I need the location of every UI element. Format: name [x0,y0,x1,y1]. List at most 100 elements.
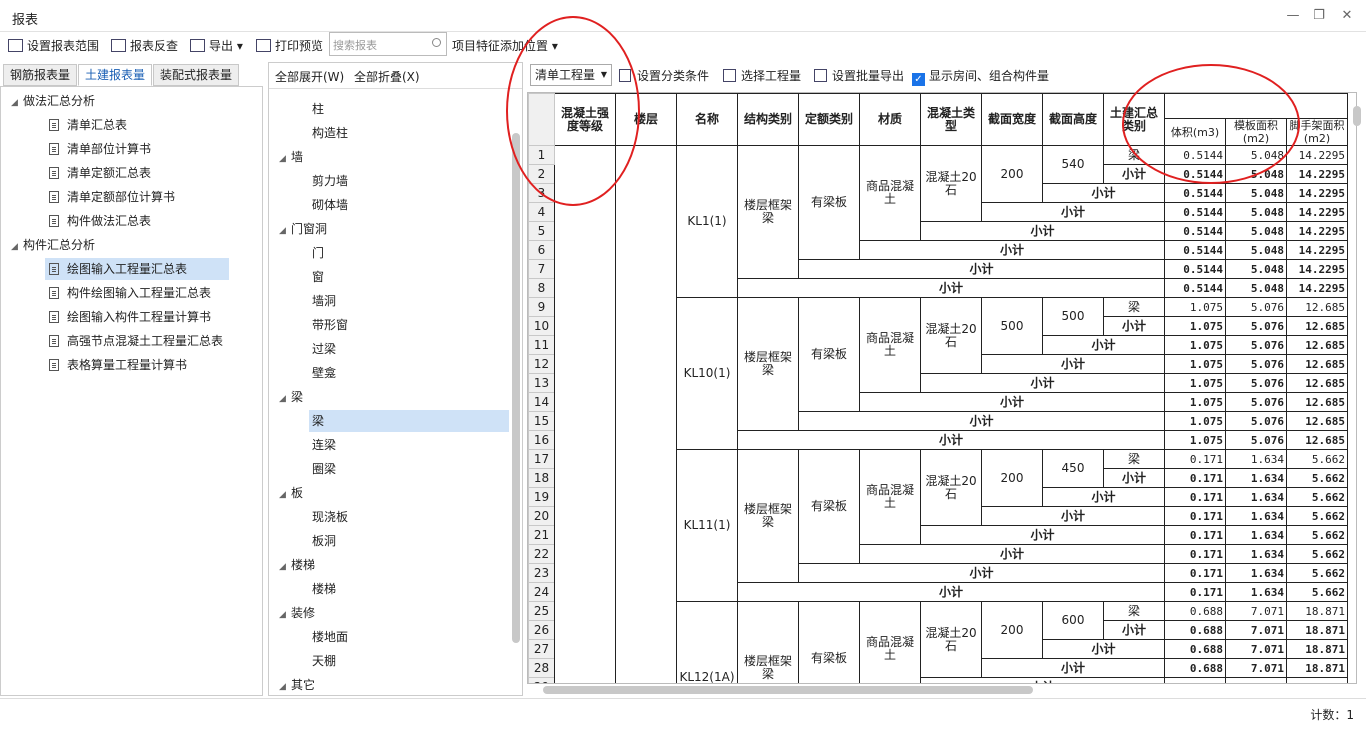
tree-item-label: 表格算量工程量计算书 [67,358,188,372]
caret-down-icon[interactable]: ◢ [279,148,291,170]
row-number: 19 [528,487,555,507]
volume-cell: 0.5144 [1164,221,1226,241]
component-item[interactable]: 壁龛 [309,362,509,384]
component-item[interactable]: 窗 [309,266,509,288]
component-group[interactable]: ◢ 板 [279,482,303,504]
tree-group[interactable]: ◢ 构件汇总分析 [11,234,95,256]
export-button[interactable]: 导出 ▾ [190,36,243,56]
component-label: 梁 [312,414,325,428]
select-quantity-button[interactable]: 选择工程量 [723,66,801,86]
caret-down-icon[interactable]: ◢ [279,484,291,506]
reverse-lookup-button[interactable]: 报表反查 [111,36,178,56]
document-icon [49,119,59,131]
scaffold-cell: 18.871 [1285,639,1349,659]
close-icon[interactable]: ✕ [1338,7,1356,25]
material-cell: 商品混凝土 [859,601,921,683]
document-icon [49,215,59,227]
component-item[interactable]: 砌体墙 [309,194,509,216]
component-group[interactable]: ◢ 梁 [279,386,303,408]
component-item[interactable]: 现浇板 [309,506,509,528]
subtotal-cell: 小计 [737,582,1165,602]
tab-prefab-report[interactable]: 装配式报表量 [153,64,240,86]
component-label: 剪力墙 [312,174,349,188]
component-item[interactable]: 构造柱 [309,122,509,144]
document-icon [49,287,59,299]
tree-item[interactable]: 高强节点混凝土工程量汇总表 [45,330,229,352]
tab-rebar-report[interactable]: 钢筋报表量 [3,64,78,86]
struct-cell: 楼层框架梁 [737,449,799,583]
grid-vertical-scrollbar[interactable] [1353,106,1361,126]
tree-item[interactable]: 清单汇总表 [45,114,229,136]
tree-item[interactable]: 绘图输入构件工程量计算书 [45,306,229,328]
formwork-cell: 1.634 [1225,563,1287,583]
tab-civil-report[interactable]: 土建报表量 [78,64,153,86]
volume-cell: 0.171 [1164,468,1226,488]
component-item[interactable]: 楼梯 [309,578,509,600]
scaffold-cell: 12.685 [1285,392,1349,412]
subtotal-cell: 小计 [1042,639,1165,659]
tree-item[interactable]: 清单定额部位计算书 [45,186,229,208]
restore-icon[interactable]: ❐ [1310,7,1328,25]
component-label: 墙 [291,150,304,164]
print-preview-button[interactable]: 打印预览 [256,36,323,56]
component-group[interactable]: ◢ 墙 [279,146,303,168]
component-item[interactable]: 板洞 [309,530,509,552]
caret-down-icon[interactable]: ◢ [279,676,291,698]
caret-down-icon[interactable]: ◢ [279,556,291,578]
row-number: 25 [528,601,555,621]
name-cell: KL10(1) [676,297,738,450]
collapse-all-button[interactable]: 全部折叠(X) [354,68,420,85]
tree-item[interactable]: 绘图输入工程量汇总表 [45,258,229,280]
scaffold-cell: 14.2295 [1285,183,1349,203]
component-item[interactable]: 过梁 [309,338,509,360]
set-range-button[interactable]: 设置报表范围 [8,36,99,56]
component-item[interactable]: 梁 [309,410,509,432]
row-number: 28 [528,658,555,678]
caret-down-icon[interactable]: ◢ [11,92,23,114]
component-item[interactable]: 墙洞 [309,290,509,312]
tree-item[interactable]: 清单部位计算书 [45,138,229,160]
formwork-cell: 1.634 [1225,468,1287,488]
tree-item-label: 绘图输入构件工程量计算书 [67,310,212,324]
search-icon[interactable] [432,38,441,47]
tree-item[interactable]: 构件绘图输入工程量汇总表 [45,282,229,304]
component-group[interactable]: ◢ 门窗洞 [279,218,327,240]
show-room-checkbox[interactable]: ✓ 显示房间、组合构件量 [912,66,1049,86]
formwork-cell: 5.048 [1225,202,1287,222]
column-header: 结构类别 [737,93,799,146]
caret-down-icon[interactable]: ◢ [279,388,291,410]
component-item[interactable]: 门 [309,242,509,264]
component-group[interactable]: ◢ 楼梯 [279,554,315,576]
component-label: 门 [312,246,325,260]
tree-item[interactable]: 清单定额汇总表 [45,162,229,184]
component-item[interactable]: 连梁 [309,434,509,456]
grid-horizontal-scrollbar[interactable] [543,686,1033,694]
quota-cell: 有梁板 [798,449,860,564]
expand-all-button[interactable]: 全部展开(W) [275,68,344,85]
quota-cell: 有梁板 [798,145,860,260]
formwork-cell: 1.634 [1225,582,1287,602]
tree-item[interactable]: 构件做法汇总表 [45,210,229,232]
component-item[interactable]: 天棚 [309,650,509,672]
component-item[interactable]: 剪力墙 [309,170,509,192]
batch-export-button[interactable]: 设置批量导出 [814,66,904,86]
tree-item[interactable]: 表格算量工程量计算书 [45,354,229,376]
component-item[interactable]: 带形窗 [309,314,509,336]
search-input[interactable]: 搜索报表 [329,32,447,56]
component-group[interactable]: ◢ 其它 [279,674,315,696]
minimize-icon[interactable]: — [1284,7,1302,25]
tree-group[interactable]: ◢ 做法汇总分析 [11,90,95,112]
vertical-scrollbar[interactable] [512,133,520,643]
caret-down-icon[interactable]: ◢ [279,604,291,626]
width-cell: 200 [981,449,1043,507]
count-label: 计数：1 [1310,708,1354,722]
component-item[interactable]: 圈梁 [309,458,509,480]
caret-down-icon[interactable]: ◢ [11,236,23,258]
component-item[interactable]: 楼地面 [309,626,509,648]
caret-down-icon[interactable]: ◢ [279,220,291,242]
document-icon [49,143,59,155]
formwork-cell: 5.076 [1225,297,1287,317]
component-item[interactable]: 柱 [309,98,509,120]
component-group[interactable]: ◢ 装修 [279,602,315,624]
tree-item-label: 清单部位计算书 [67,142,152,156]
